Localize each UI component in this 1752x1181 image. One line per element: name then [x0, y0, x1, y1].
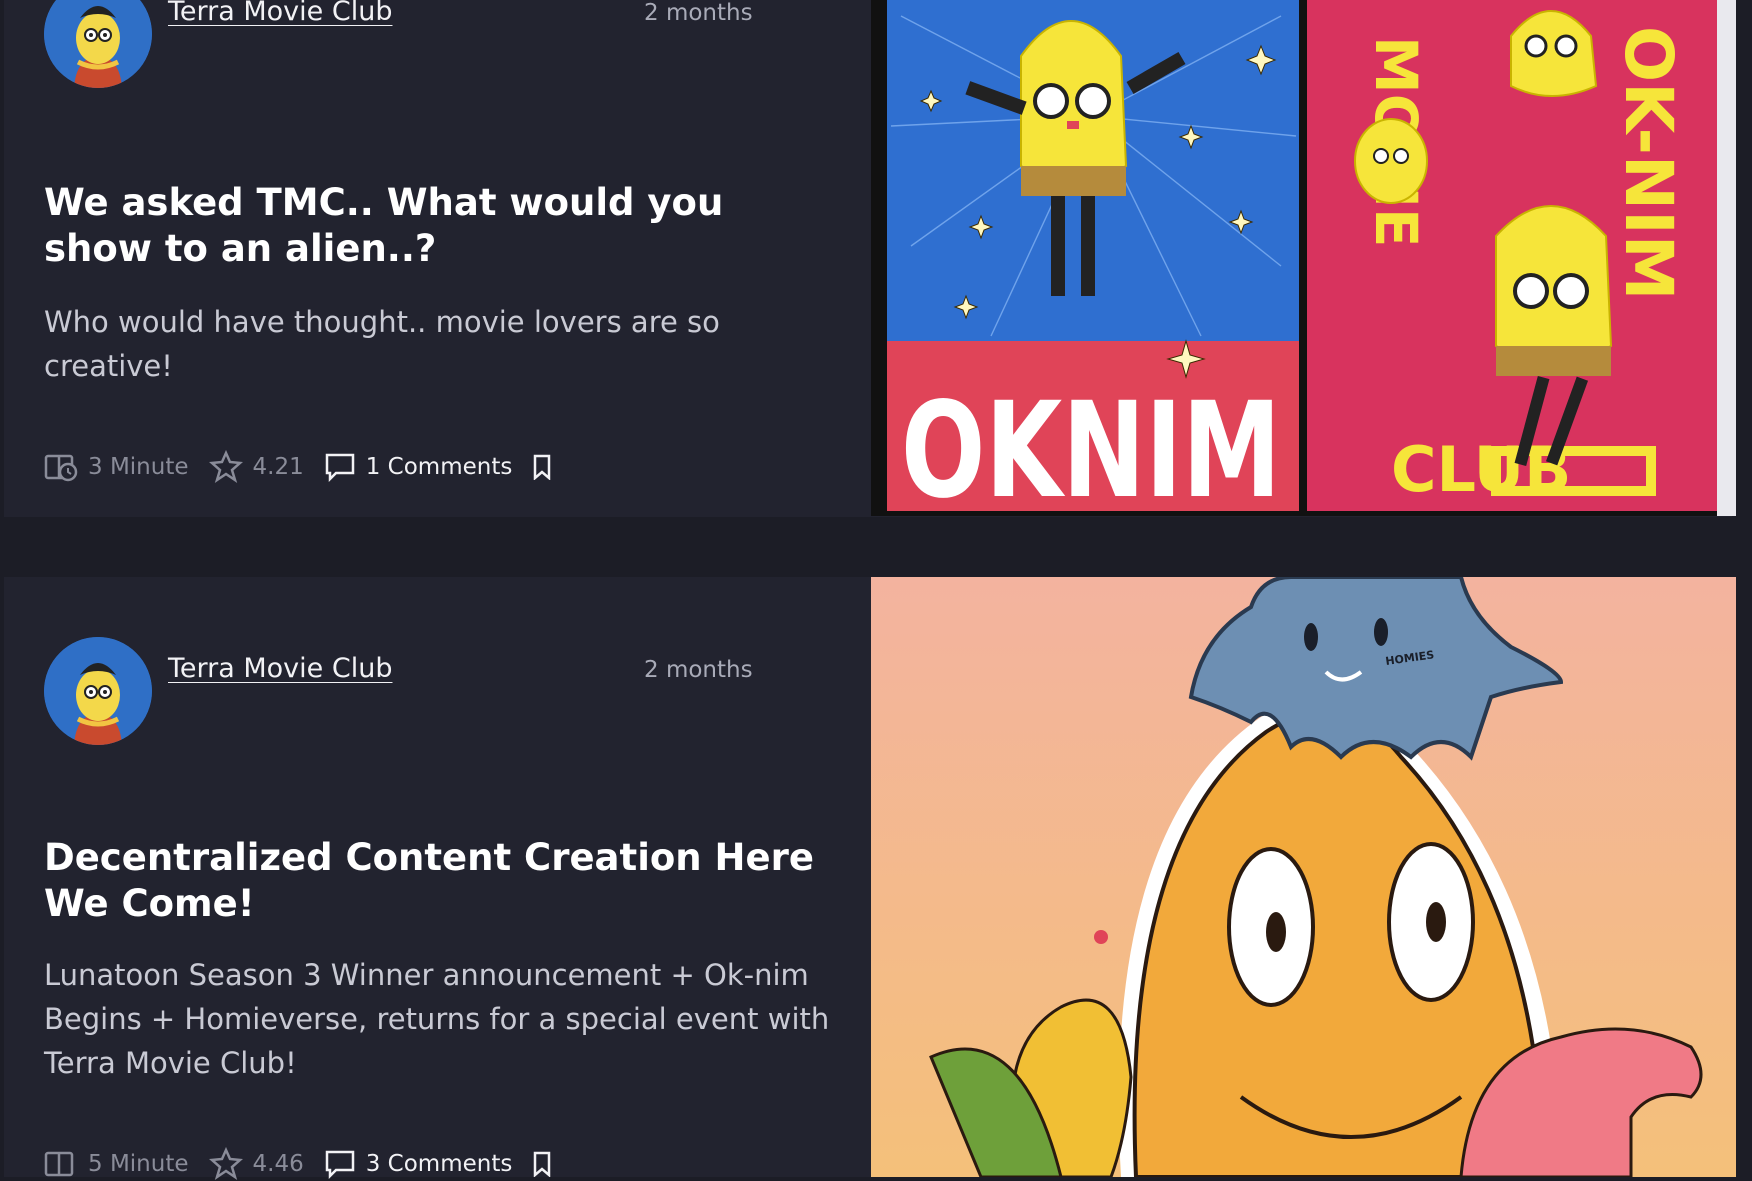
rating-value: 4.21	[252, 454, 304, 480]
post-title[interactable]: We asked TMC.. What would you show to an…	[44, 180, 844, 272]
clock-book-icon	[44, 1151, 74, 1177]
rating-value: 4.46	[252, 1151, 304, 1177]
read-time: 3 Minute	[44, 452, 189, 482]
post-card[interactable]: Terra Movie Club 2 months We asked TMC..…	[4, 0, 1736, 517]
post-meta: 3 Minute 4.21 1 Comments	[44, 450, 582, 484]
bookmark-icon	[534, 454, 551, 480]
comments-link[interactable]: 3 Comments	[324, 1149, 513, 1179]
post-card[interactable]: Terra Movie Club 2 months Decentralized …	[4, 577, 1736, 1180]
star-icon	[208, 450, 243, 483]
read-time-label: 5 Minute	[88, 1151, 189, 1177]
post-time: 2 months	[644, 0, 753, 26]
post-title[interactable]: Decentralized Content Creation Here We C…	[44, 835, 844, 927]
comment-icon	[325, 453, 354, 482]
post-meta: 5 Minute 4.46 3 Comments	[44, 1147, 582, 1181]
star-icon	[208, 1147, 243, 1180]
bookmark-button[interactable]	[532, 454, 562, 480]
author-avatar[interactable]	[44, 0, 152, 88]
post-cover-image[interactable]: OKNIM MOVIE O	[871, 0, 1736, 516]
rating: 4.21	[208, 450, 304, 484]
post-description: Who would have thought.. movie lovers ar…	[44, 305, 720, 383]
bookmark-button[interactable]	[532, 1151, 562, 1177]
post-description: Lunatoon Season 3 Winner announcement + …	[44, 958, 830, 1080]
comment-icon	[325, 1150, 354, 1179]
comments-link[interactable]: 1 Comments	[324, 452, 513, 482]
read-time: 5 Minute	[44, 1149, 189, 1179]
poster-title-left: OKNIM	[901, 374, 1281, 516]
bookmark-icon	[534, 1151, 551, 1177]
author-name[interactable]: Terra Movie Club	[168, 653, 392, 684]
author-name[interactable]: Terra Movie Club	[168, 0, 392, 27]
poster-vertical-right: OK-NIM	[1610, 26, 1687, 300]
rating: 4.46	[208, 1147, 304, 1181]
comments-label[interactable]: 1 Comments	[366, 454, 513, 480]
comments-label[interactable]: 3 Comments	[366, 1151, 513, 1177]
read-time-label: 3 Minute	[88, 454, 189, 480]
post-cover-image[interactable]: HOMIES	[871, 577, 1736, 1177]
post-time: 2 months	[644, 657, 753, 683]
clock-book-icon	[44, 454, 78, 482]
author-avatar[interactable]	[44, 637, 152, 745]
